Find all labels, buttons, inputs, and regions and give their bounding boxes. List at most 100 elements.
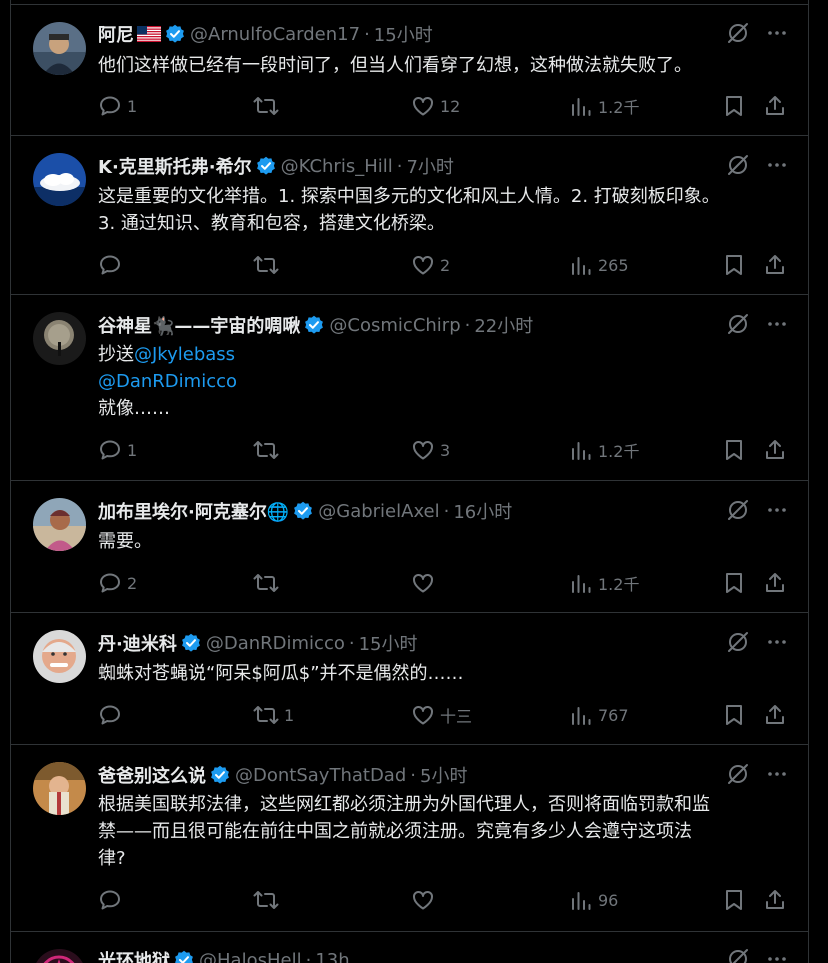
tweet[interactable]: 谷神星🐈‍⬛——宇宙的啁啾 @CosmicChirp · 22小时 抄送@Jky…	[11, 295, 808, 481]
retweet-button[interactable]: 1	[253, 703, 294, 727]
retweet-button[interactable]	[253, 94, 284, 118]
timestamp[interactable]: 7小时	[406, 153, 453, 179]
more-icon[interactable]	[766, 499, 788, 526]
like-button[interactable]	[411, 888, 440, 912]
timestamp[interactable]: 15小时	[359, 630, 418, 656]
grok-icon[interactable]	[726, 312, 750, 341]
bookmark-button[interactable]	[723, 94, 745, 118]
reply-button[interactable]	[98, 888, 127, 912]
views-button[interactable]: 1.2千	[569, 571, 639, 595]
avatar[interactable]	[33, 949, 86, 963]
author-name[interactable]: 阿尼	[98, 21, 134, 47]
share-button[interactable]	[763, 703, 787, 727]
retweet-button[interactable]	[253, 438, 284, 462]
bookmark-button[interactable]	[723, 253, 745, 277]
timestamp[interactable]: 13h	[315, 950, 349, 963]
tweet[interactable]: 光环地狱 @HalosHell · 13h	[11, 932, 808, 963]
retweet-button[interactable]	[253, 571, 284, 595]
share-button[interactable]	[763, 253, 787, 277]
avatar[interactable]	[33, 630, 86, 683]
verified-badge-icon	[293, 501, 313, 521]
more-icon[interactable]	[766, 313, 788, 340]
views-icon	[572, 892, 591, 910]
grok-icon[interactable]	[726, 947, 750, 963]
header-actions	[726, 947, 788, 963]
timeline-feed[interactable]: 阿尼 @ArnulfoCarden17 · 15小时 他们这样做已经有一段时间了…	[10, 0, 809, 963]
author-name[interactable]: 爸爸别这么说	[98, 762, 206, 788]
bookmark-button[interactable]	[723, 703, 745, 727]
reply-button[interactable]: 1	[98, 94, 137, 118]
avatar[interactable]	[33, 153, 86, 206]
share-button[interactable]	[763, 438, 787, 462]
reply-button[interactable]: 2	[98, 571, 137, 595]
timestamp[interactable]: 16小时	[453, 498, 512, 524]
tweet[interactable]: 丹·迪米科 @DanRDimicco · 15小时 蜘蛛对苍蝇说“阿呆$阿瓜$”…	[11, 613, 808, 745]
bookmark-button[interactable]	[723, 438, 745, 462]
views-icon	[572, 257, 591, 275]
author-name[interactable]: 丹·迪米科	[98, 630, 177, 656]
reply-button[interactable]	[98, 253, 127, 277]
like-button[interactable]: 十三	[411, 703, 472, 727]
like-button[interactable]	[411, 571, 440, 595]
grok-icon[interactable]	[726, 153, 750, 182]
author-handle[interactable]: @DontSayThatDad	[235, 765, 406, 786]
like-button[interactable]: 12	[411, 94, 460, 118]
grok-icon[interactable]	[726, 498, 750, 527]
author-name[interactable]: K·克里斯托弗·希尔	[98, 153, 252, 179]
views-button[interactable]: 1.2千	[569, 438, 639, 462]
timestamp[interactable]: 5小时	[420, 762, 467, 788]
more-icon[interactable]	[766, 763, 788, 790]
avatar[interactable]	[33, 312, 86, 365]
grok-icon[interactable]	[726, 762, 750, 791]
author-handle[interactable]: @HalosHell	[199, 950, 302, 963]
bookmark-button[interactable]	[723, 571, 745, 595]
tweet-header: 加布里埃尔·阿克塞尔🌐 @GabrielAxel · 16小时	[98, 498, 788, 524]
tweet-header: 丹·迪米科 @DanRDimicco · 15小时	[98, 630, 788, 656]
author-name[interactable]: 加布里埃尔·阿克塞尔🌐	[98, 498, 289, 524]
like-count: 12	[440, 96, 461, 116]
grok-icon[interactable]	[726, 21, 750, 50]
share-button[interactable]	[763, 888, 787, 912]
avatar[interactable]	[33, 22, 86, 75]
author-handle[interactable]: @KChris_Hill	[281, 156, 393, 177]
author-handle[interactable]: @ArnulfoCarden17	[190, 24, 360, 45]
verified-badge-icon	[304, 315, 324, 335]
more-icon[interactable]	[766, 22, 788, 49]
more-icon[interactable]	[766, 154, 788, 181]
reply-count: 2	[127, 573, 138, 593]
like-button[interactable]: 2	[411, 253, 450, 277]
tweet[interactable]: 阿尼 @ArnulfoCarden17 · 15小时 他们这样做已经有一段时间了…	[11, 5, 808, 136]
reply-button[interactable]	[98, 703, 127, 727]
mention-link[interactable]: @Jkylebass	[134, 344, 235, 365]
like-button[interactable]: 3	[411, 438, 450, 462]
tweet-line: 3. 通过知识、教育和包容，搭建文化桥梁。	[98, 213, 445, 234]
tweet[interactable]: 加布里埃尔·阿克塞尔🌐 @GabrielAxel · 16小时 需要。 2 1.…	[11, 481, 808, 613]
avatar[interactable]	[33, 762, 86, 815]
author-handle[interactable]: @GabrielAxel	[318, 501, 439, 522]
views-button[interactable]: 767	[569, 703, 629, 727]
avatar[interactable]	[33, 498, 86, 551]
retweet-button[interactable]	[253, 253, 284, 277]
timestamp[interactable]: 22小时	[474, 312, 533, 338]
separator-dot: ·	[348, 632, 355, 654]
tweet[interactable]: 爸爸别这么说 @DontSayThatDad · 5小时 根据美国联邦法律，这些…	[11, 745, 808, 932]
reply-button[interactable]: 1	[98, 438, 137, 462]
author-handle[interactable]: @CosmicChirp	[329, 315, 460, 336]
share-button[interactable]	[763, 571, 787, 595]
timestamp[interactable]: 15小时	[374, 21, 433, 47]
retweet-button[interactable]	[253, 888, 284, 912]
author-name[interactable]: 光环地狱	[98, 947, 170, 963]
mention-link[interactable]: @DanRDimicco	[98, 371, 237, 392]
views-button[interactable]: 1.2千	[569, 94, 639, 118]
views-button[interactable]: 265	[569, 253, 629, 277]
tweet[interactable]: K·克里斯托弗·希尔 @KChris_Hill · 7小时 这是重要的文化举措。…	[11, 136, 808, 295]
grok-icon[interactable]	[726, 630, 750, 659]
more-icon[interactable]	[766, 948, 788, 963]
more-icon[interactable]	[766, 631, 788, 658]
author-handle[interactable]: @DanRDimicco	[206, 633, 345, 654]
views-button[interactable]: 96	[569, 888, 618, 912]
author-name[interactable]: 谷神星🐈‍⬛——宇宙的啁啾	[98, 312, 300, 338]
tweet-line: 禁——而且很可能在前往中国之前就必须注册。究竟有多少人会遵守这项法	[98, 821, 692, 842]
bookmark-button[interactable]	[723, 888, 745, 912]
share-button[interactable]	[763, 94, 787, 118]
